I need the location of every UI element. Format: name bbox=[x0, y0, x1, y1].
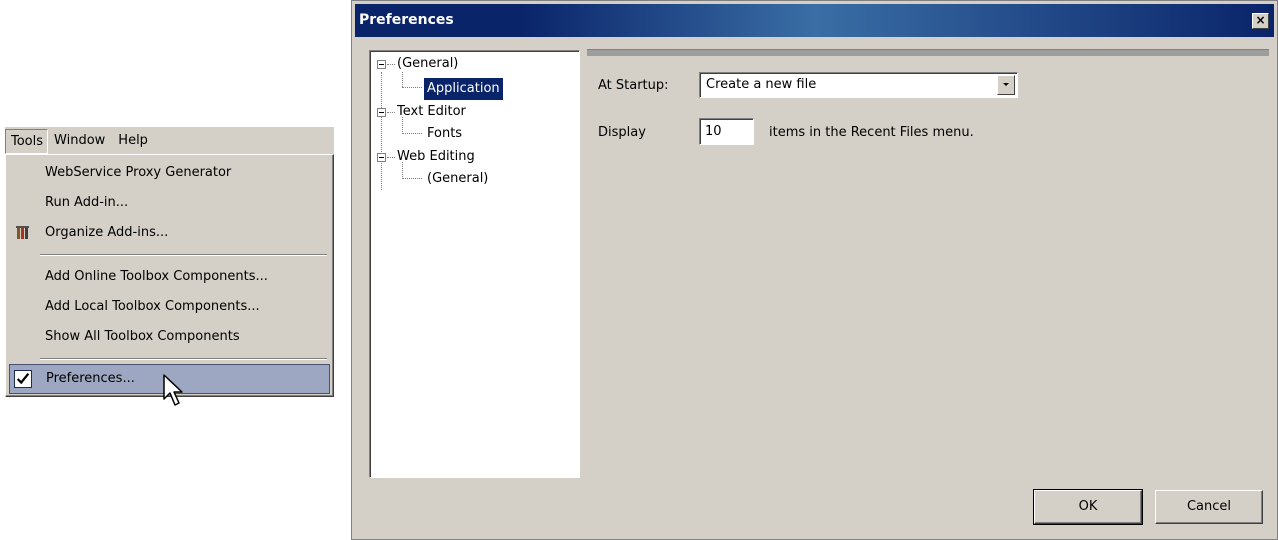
menu-item-label: Organize Add-ins... bbox=[45, 225, 169, 240]
menubar: Tools Window Help bbox=[5, 126, 334, 155]
collapse-icon[interactable] bbox=[377, 108, 386, 117]
tree-node-label: Application bbox=[424, 78, 503, 100]
tree-connector bbox=[402, 87, 422, 88]
startup-select[interactable]: Create a new file bbox=[699, 72, 1018, 98]
menu-item-label: Show All Toolbox Components bbox=[45, 329, 240, 344]
tree-node-label: Fonts bbox=[427, 126, 463, 141]
menu-item-label: Preferences... bbox=[46, 371, 135, 386]
tree-node-label: Text Editor bbox=[397, 104, 466, 119]
collapse-icon[interactable] bbox=[377, 153, 386, 162]
menu-item-webservice-proxy-generator[interactable]: WebService Proxy Generator bbox=[9, 158, 330, 188]
menu-item-label: WebService Proxy Generator bbox=[45, 165, 232, 180]
menu-item-label: Add Local Toolbox Components... bbox=[45, 299, 260, 314]
collapse-icon[interactable] bbox=[377, 60, 386, 69]
menu-item-organize-add-ins[interactable]: Organize Add-ins... bbox=[9, 218, 330, 248]
recent-files-suffix-label: items in the Recent Files menu. bbox=[769, 125, 974, 140]
tree-connector bbox=[402, 133, 422, 134]
menu-item-label: Add Online Toolbox Components... bbox=[45, 269, 268, 284]
tree-node-label: Web Editing bbox=[397, 149, 475, 164]
checkbox-icon bbox=[14, 370, 32, 388]
cancel-button[interactable]: Cancel bbox=[1155, 490, 1263, 524]
tree-connector bbox=[402, 178, 422, 179]
recent-files-count-input[interactable]: 10 bbox=[699, 118, 754, 145]
preferences-dialog: Preferences × (General) Application Text… bbox=[351, 0, 1278, 540]
menu-separator bbox=[40, 358, 327, 360]
ok-button[interactable]: OK bbox=[1033, 489, 1143, 525]
wrench-icon bbox=[16, 226, 29, 239]
menu-item-add-local-toolbox[interactable]: Add Local Toolbox Components... bbox=[9, 292, 330, 322]
dialog-titlebar[interactable]: Preferences × bbox=[355, 4, 1274, 37]
tree-connector bbox=[387, 64, 395, 65]
mouse-cursor-icon bbox=[163, 374, 183, 406]
menu-tools[interactable]: Tools bbox=[5, 128, 49, 154]
tree-connector bbox=[387, 112, 395, 113]
menu-item-add-online-toolbox[interactable]: Add Online Toolbox Components... bbox=[9, 262, 330, 292]
menu-item-show-all-toolbox[interactable]: Show All Toolbox Components bbox=[9, 322, 330, 352]
tree-node-label: (General) bbox=[397, 56, 459, 71]
tree-node-label: (General) bbox=[427, 171, 489, 186]
preferences-tree: (General) Application Text Editor Fonts … bbox=[369, 50, 580, 478]
tools-dropdown-menu: WebService Proxy Generator Run Add-in...… bbox=[5, 154, 334, 397]
tree-connector bbox=[402, 72, 403, 87]
display-label: Display bbox=[598, 125, 646, 140]
at-startup-label: At Startup: bbox=[598, 78, 669, 93]
menu-item-run-add-in[interactable]: Run Add-in... bbox=[9, 188, 330, 218]
menu-item-label: Run Add-in... bbox=[45, 195, 129, 210]
menu-separator bbox=[40, 254, 327, 256]
close-button[interactable]: × bbox=[1252, 13, 1269, 29]
chevron-down-icon[interactable] bbox=[997, 75, 1015, 95]
startup-select-value: Create a new file bbox=[706, 77, 817, 92]
section-header-bar bbox=[587, 49, 1269, 56]
menu-help[interactable]: Help bbox=[112, 129, 155, 154]
tree-connector bbox=[387, 157, 395, 158]
dialog-title: Preferences bbox=[359, 12, 454, 28]
tree-connector bbox=[381, 72, 382, 190]
menu-window[interactable]: Window bbox=[48, 129, 112, 154]
